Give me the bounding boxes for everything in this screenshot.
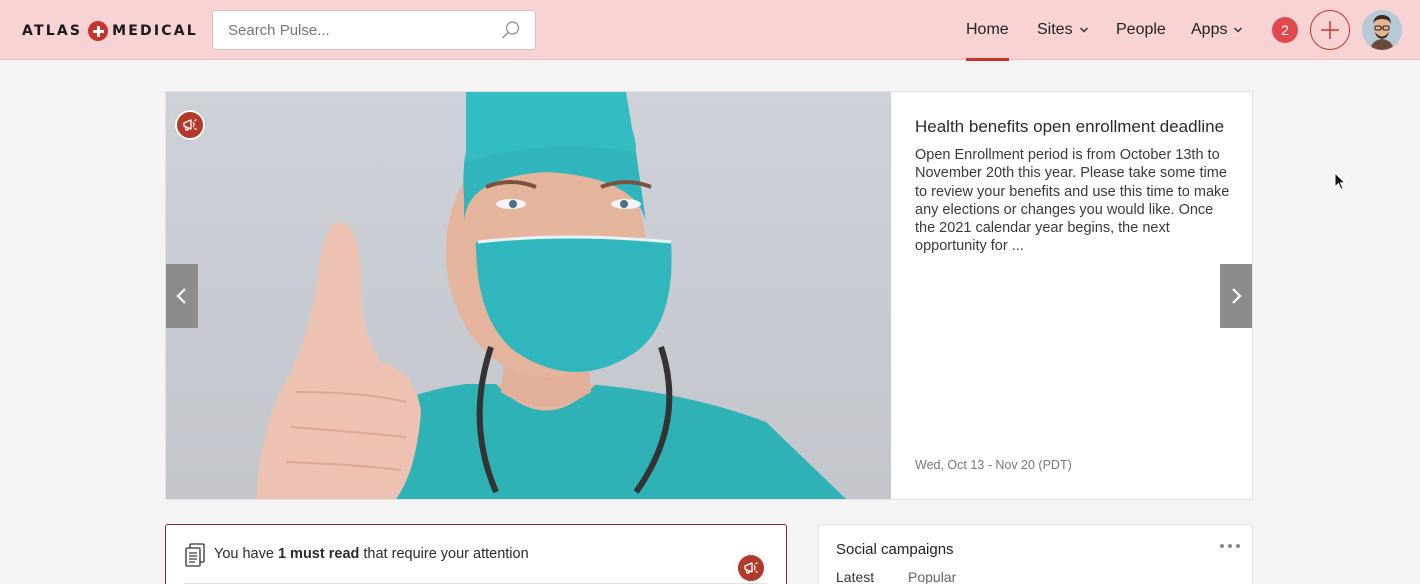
search-box bbox=[212, 10, 536, 50]
nav-home-label: Home bbox=[966, 21, 1009, 38]
medical-cross-icon bbox=[88, 21, 109, 41]
hero-body: Open Enrollment period is from October 1… bbox=[915, 147, 1230, 255]
social-campaigns-card: Social campaigns Latest Popular bbox=[818, 524, 1253, 584]
hero-image bbox=[166, 92, 891, 499]
tab-latest[interactable]: Latest bbox=[836, 569, 874, 584]
hero-title[interactable]: Health benefits open enrollment deadline bbox=[915, 116, 1235, 138]
social-campaigns-title: Social campaigns bbox=[836, 541, 954, 558]
must-read-suffix: that require your attention bbox=[359, 546, 529, 562]
must-read-announcement-badge bbox=[736, 553, 766, 583]
avatar-face-icon bbox=[1362, 10, 1402, 50]
carousel-prev-button[interactable] bbox=[166, 264, 198, 328]
search-input[interactable] bbox=[213, 11, 493, 49]
logo-text-right: MEDICAL bbox=[112, 23, 198, 39]
top-header: ATLAS MEDICAL Home Sites People Apps 2 bbox=[0, 0, 1420, 61]
must-read-prefix: You have bbox=[214, 546, 278, 562]
megaphone-icon bbox=[744, 562, 758, 574]
chevron-right-icon bbox=[1232, 288, 1242, 304]
chevron-left-icon bbox=[176, 288, 186, 304]
notification-badge[interactable]: 2 bbox=[1272, 17, 1298, 43]
add-button[interactable] bbox=[1310, 10, 1350, 50]
carousel-next-button[interactable] bbox=[1220, 264, 1252, 328]
megaphone-icon bbox=[183, 119, 197, 131]
nav-people-label: People bbox=[1116, 21, 1166, 38]
must-read-count: 1 must read bbox=[277, 546, 360, 562]
featured-announcement-card[interactable]: Health benefits open enrollment deadline… bbox=[165, 91, 1253, 500]
hero-date: Wed, Oct 13 - Nov 20 (PDT) bbox=[915, 458, 1072, 472]
must-read-card[interactable]: You have 1 must read that require your a… bbox=[165, 524, 787, 584]
must-read-text: You have 1 must read that require your a… bbox=[214, 546, 529, 562]
user-avatar[interactable] bbox=[1362, 10, 1402, 50]
chevron-down-icon bbox=[1079, 27, 1088, 33]
nav-sites[interactable]: Sites bbox=[1037, 0, 1089, 60]
more-options-icon[interactable] bbox=[1220, 541, 1240, 551]
nav-sites-label: Sites bbox=[1037, 21, 1073, 38]
atlas-medical-logo[interactable]: ATLAS MEDICAL bbox=[22, 19, 198, 43]
nav-home[interactable]: Home bbox=[966, 0, 1009, 61]
logo-text-left: ATLAS bbox=[22, 23, 83, 39]
nav-apps-label: Apps bbox=[1191, 21, 1228, 38]
nav-apps[interactable]: Apps bbox=[1191, 0, 1243, 60]
hero-text-block: Health benefits open enrollment deadline… bbox=[915, 116, 1235, 256]
plus-icon bbox=[1321, 21, 1339, 39]
doctor-thumbs-up-illustration bbox=[256, 92, 846, 499]
tab-popular[interactable]: Popular bbox=[908, 569, 956, 584]
nav-people[interactable]: People bbox=[1116, 0, 1166, 60]
mouse-cursor-icon bbox=[1334, 172, 1346, 191]
chevron-down-icon bbox=[1234, 27, 1243, 33]
announcement-badge bbox=[175, 110, 205, 140]
documents-icon bbox=[185, 543, 205, 567]
search-icon[interactable] bbox=[501, 20, 521, 40]
